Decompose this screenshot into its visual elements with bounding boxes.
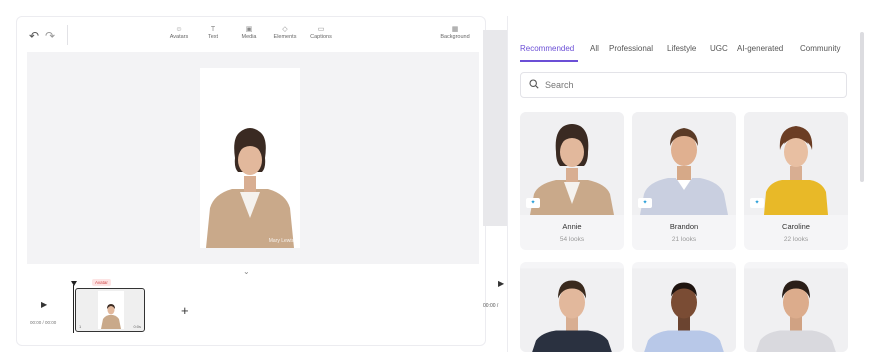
avatar-photo [520,268,624,352]
avatar-card-caroline[interactable]: ✦ Caroline 22 looks [744,112,848,250]
timeline-clip[interactable]: 1 0:0s [75,288,145,332]
avatar-card-brandon[interactable]: ✦ Brandon 21 looks [632,112,736,250]
undo-icon[interactable]: ↶ [29,29,39,43]
tab-ugc[interactable]: UGC [710,44,728,53]
avatar-looks: 21 looks [671,236,697,243]
avatar-photo [744,268,848,352]
avatar-card-annie[interactable]: ✦ Annie 54 looks [520,112,624,250]
clip-thumbnail [98,291,124,329]
avatar-photo [632,268,736,352]
ai-avatar-badge-icon: ✦ [638,198,652,208]
add-clip-button[interactable]: + [181,303,189,318]
preview-time: 00:00 / [483,303,499,309]
avatar-name: Caroline [782,222,810,231]
clip-duration: 0:0s [133,324,141,329]
playhead-marker[interactable] [71,281,77,286]
timeline-time: 00:00 / 00:00 [30,320,57,325]
search-box[interactable] [520,72,847,98]
avatar-card[interactable] [632,262,736,352]
toolbar-divider [67,25,68,45]
tab-lifestyle[interactable]: Lifestyle [667,44,696,53]
avatar-badge: Avatar [92,279,111,286]
preview-strip [483,30,507,226]
editor-panel: ↶ ↷ ☺ Avatars T Text ▣ Media ◇ Elements … [16,16,486,346]
avatar-frame[interactable]: Mary Lewis [200,68,300,248]
app-window: ↶ ↷ ☺ Avatars T Text ▣ Media ◇ Elements … [0,0,871,352]
clip-number: 1 [79,324,82,329]
avatar-looks: 22 looks [783,236,809,243]
avatar-library-panel: Recommended All Professional Lifestyle U… [507,16,864,352]
ai-avatar-badge-icon: ✦ [750,198,764,208]
active-tab-indicator [520,60,578,62]
avatar-name: Brandon [669,222,699,231]
tab-ai-generated[interactable]: AI-generated [737,44,783,53]
video-canvas[interactable]: Mary Lewis [27,52,479,264]
background-icon: ▦ [451,26,459,33]
avatar-image [200,68,300,248]
playhead-line [73,285,74,333]
preview-play-icon[interactable]: ▶ [498,279,504,288]
play-icon[interactable]: ▶ [41,300,47,309]
redo-icon[interactable]: ↷ [45,29,55,43]
avatar-card[interactable] [744,262,848,352]
search-input[interactable] [545,77,835,93]
ai-avatar-badge-icon: ✦ [526,198,540,208]
tab-recommended[interactable]: Recommended [520,44,574,53]
captions-icon: ▭ [317,26,325,33]
search-icon [529,79,539,89]
tool-background[interactable]: ▦ Background [433,25,477,41]
avatar-name: Annie [562,222,582,231]
tab-all[interactable]: All [590,44,599,53]
chevron-down-icon[interactable]: ⌄ [243,267,250,276]
tab-professional[interactable]: Professional [609,44,653,53]
avatar-looks: 54 looks [559,236,585,243]
tab-community[interactable]: Community [800,44,840,53]
avatar-card[interactable] [520,262,624,352]
panel-scrollbar[interactable] [860,32,864,182]
avatar-watermark: Mary Lewis [268,238,294,244]
tool-captions[interactable]: ▭ Captions [299,25,343,41]
